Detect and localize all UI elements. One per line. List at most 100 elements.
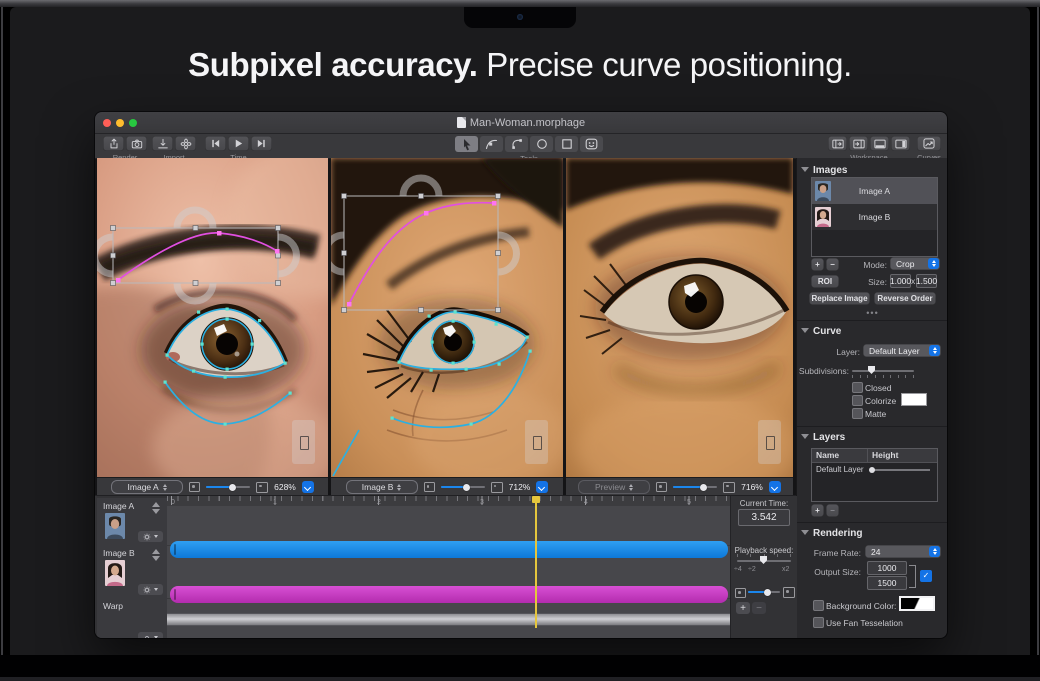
frame-rate-select[interactable]: 24 xyxy=(865,545,941,558)
curve-tool-button[interactable] xyxy=(505,136,528,152)
iris-curve[interactable] xyxy=(202,319,252,369)
loupe-widget[interactable] xyxy=(758,420,781,464)
disclosure-triangle-icon[interactable] xyxy=(801,167,809,172)
circle-tool-button[interactable] xyxy=(530,136,553,152)
reorder-arrows-icon[interactable] xyxy=(152,502,160,514)
title-bar[interactable]: Man-Woman.morphage xyxy=(95,112,947,134)
layer-select[interactable]: Default Layer xyxy=(863,344,941,357)
skip-forward-button[interactable] xyxy=(251,136,272,151)
colorize-checkbox[interactable] xyxy=(852,395,863,406)
viewer-b-zoom-menu-button[interactable] xyxy=(536,481,548,493)
remove-layer-button[interactable]: − xyxy=(826,504,839,517)
viewer-b-source-select[interactable]: Image B xyxy=(346,480,418,494)
rendering-section-header[interactable]: Rendering xyxy=(801,528,862,539)
timeline-add-button[interactable]: + xyxy=(736,602,750,614)
track-header-image-b[interactable]: Image B xyxy=(97,545,168,599)
rotation-handles[interactable] xyxy=(97,210,297,301)
playhead[interactable] xyxy=(535,496,537,628)
rotation-handles[interactable] xyxy=(331,178,517,272)
track-a-options-button[interactable] xyxy=(138,531,163,542)
selection-rectangle[interactable] xyxy=(344,196,498,310)
viewer-b-zoom-slider[interactable] xyxy=(441,486,485,488)
replace-image-button[interactable]: Replace Image xyxy=(809,292,870,305)
colorize-color-well[interactable] xyxy=(901,393,927,406)
size-height-field[interactable]: 1.500 xyxy=(916,274,937,288)
disclosure-triangle-icon[interactable] xyxy=(801,434,809,439)
viewer-a-source-select[interactable]: Image A xyxy=(111,480,183,494)
matte-checkbox[interactable] xyxy=(852,408,863,419)
workspace-side-panel-button[interactable] xyxy=(891,136,910,151)
layer-height-slider[interactable] xyxy=(872,469,930,471)
closed-checkbox[interactable] xyxy=(852,382,863,393)
timeline-zoom-slider[interactable] xyxy=(748,591,780,593)
under-eye-curve[interactable] xyxy=(392,351,530,427)
mode-select[interactable]: Crop xyxy=(890,257,940,270)
layers-section-header[interactable]: Layers xyxy=(801,432,845,443)
output-height-field[interactable]: 1500 xyxy=(867,576,907,590)
eyebrow-curve[interactable] xyxy=(349,203,494,304)
rectangle-tool-button[interactable] xyxy=(555,136,578,152)
viewer-preview-zoom-slider[interactable] xyxy=(673,486,717,488)
track-warp-options-button[interactable] xyxy=(138,632,163,638)
selection-handles[interactable] xyxy=(342,194,501,313)
playback-speed-knob[interactable] xyxy=(760,556,767,564)
add-point-tool-button[interactable] xyxy=(480,136,503,152)
import-file-button[interactable] xyxy=(152,136,173,151)
viewer-a-zoom-slider[interactable] xyxy=(206,486,250,488)
face-mask-tool-button[interactable] xyxy=(580,136,603,152)
subdivisions-slider-knob[interactable] xyxy=(868,366,875,374)
height-column-header[interactable]: Height xyxy=(868,449,898,462)
iris-curve[interactable] xyxy=(432,321,474,363)
eyebrow-curve-points[interactable] xyxy=(347,201,497,307)
current-time-value[interactable]: 3.542 xyxy=(738,509,790,526)
viewer-a-zoom-menu-button[interactable] xyxy=(302,481,314,493)
timeline-remove-button[interactable]: − xyxy=(752,602,766,614)
add-layer-button[interactable]: + xyxy=(811,504,824,517)
image-a-clip-bar[interactable] xyxy=(170,541,728,558)
curves-panel-button[interactable] xyxy=(917,136,941,151)
link-size-checkbox[interactable]: ✓ xyxy=(920,570,932,582)
track-b-options-button[interactable] xyxy=(138,584,163,595)
add-image-button[interactable]: + xyxy=(811,258,824,271)
import-photos-button[interactable] xyxy=(175,136,196,151)
disclosure-triangle-icon[interactable] xyxy=(801,530,809,535)
timeline-tracks[interactable] xyxy=(167,506,730,638)
loupe-widget[interactable] xyxy=(292,420,315,464)
reorder-arrows-icon[interactable] xyxy=(152,549,160,561)
select-tool-button[interactable] xyxy=(455,136,478,152)
size-width-field[interactable]: 1.000 xyxy=(890,274,911,288)
skip-back-button[interactable] xyxy=(205,136,226,151)
image-b-clip-bar[interactable] xyxy=(170,586,728,603)
eyebrow-curve[interactable] xyxy=(118,233,277,280)
images-section-header[interactable]: Images xyxy=(801,165,847,176)
curve-section-header[interactable]: Curve xyxy=(801,326,841,337)
subdivisions-slider[interactable] xyxy=(852,370,914,372)
export-button[interactable] xyxy=(103,136,124,151)
eyebrow-curve-points[interactable] xyxy=(116,231,280,283)
roi-button[interactable]: ROI xyxy=(811,275,839,288)
workspace-bottom-panel-button[interactable] xyxy=(870,136,889,151)
images-list-item-b[interactable]: Image B xyxy=(812,204,937,230)
background-color-checkbox[interactable] xyxy=(813,600,824,611)
viewer-preview-canvas[interactable] xyxy=(566,158,793,477)
play-button[interactable] xyxy=(228,136,249,151)
snapshot-button[interactable] xyxy=(126,136,147,151)
viewer-preview-source-select[interactable]: Preview xyxy=(578,480,650,494)
disclosure-triangle-icon[interactable] xyxy=(801,328,809,333)
viewer-preview-zoom-menu-button[interactable] xyxy=(769,481,781,493)
track-header-warp[interactable]: Warp xyxy=(97,598,168,638)
selection-handles[interactable] xyxy=(111,226,281,286)
reverse-order-button[interactable]: Reverse Order xyxy=(874,292,936,305)
fan-tesselation-checkbox[interactable] xyxy=(813,617,824,628)
under-eye-curve[interactable] xyxy=(165,382,290,424)
viewer-b-canvas[interactable] xyxy=(331,158,563,477)
workspace-left-panel-button[interactable] xyxy=(828,136,847,151)
stray-curve-segment[interactable] xyxy=(333,430,359,476)
track-header-image-a[interactable]: Image A xyxy=(97,498,168,546)
name-column-header[interactable]: Name xyxy=(812,449,868,462)
background-color-well[interactable] xyxy=(899,596,935,611)
workspace-right-panel-button[interactable] xyxy=(849,136,868,151)
layers-table-row[interactable]: Default Layer xyxy=(812,463,937,476)
warp-bar[interactable] xyxy=(167,613,730,626)
viewer-a-canvas[interactable] xyxy=(97,158,328,477)
